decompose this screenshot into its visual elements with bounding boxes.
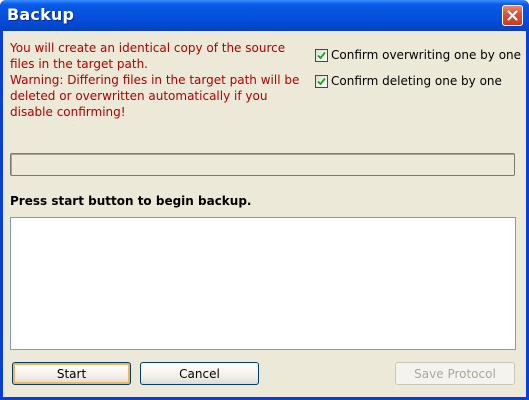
confirm-deleting-option[interactable]: Confirm deleting one by one [315, 73, 502, 89]
checkmark-icon [317, 77, 326, 85]
window-title: Backup [7, 5, 75, 24]
progress-bar [10, 153, 515, 176]
warning-line: Warning: Differing files in the target p… [10, 73, 300, 119]
confirm-deleting-checkbox[interactable] [315, 74, 328, 88]
save-protocol-button[interactable]: Save Protocol [395, 362, 515, 385]
confirm-overwriting-option[interactable]: Confirm overwriting one by one [315, 47, 521, 63]
confirm-overwriting-checkbox[interactable] [315, 48, 328, 62]
title-bar[interactable]: Backup [0, 0, 529, 31]
backup-dialog: Backup You will create an identical copy… [0, 0, 529, 400]
checkmark-icon [317, 51, 326, 59]
dialog-body: You will create an identical copy of the… [3, 31, 526, 397]
log-area[interactable] [10, 217, 516, 350]
info-text: You will create an identical copy of the… [10, 40, 305, 120]
confirm-overwriting-label: Confirm overwriting one by one [331, 48, 522, 62]
close-button[interactable] [502, 5, 523, 26]
cancel-button[interactable]: Cancel [140, 362, 259, 385]
info-line: You will create an identical copy of the… [10, 41, 286, 71]
close-icon [507, 10, 518, 21]
confirm-deleting-label: Confirm deleting one by one [331, 74, 502, 88]
status-text: Press start button to begin backup. [10, 194, 252, 208]
start-button[interactable]: Start [12, 362, 131, 385]
